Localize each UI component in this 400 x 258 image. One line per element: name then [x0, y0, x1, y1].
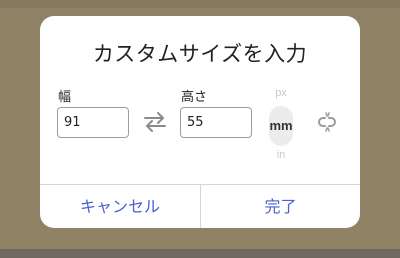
width-label: 幅: [58, 90, 72, 105]
cancel-button[interactable]: キャンセル: [40, 185, 200, 228]
unlink-icon[interactable]: [317, 112, 337, 132]
unit-option-in[interactable]: in: [264, 149, 298, 161]
unit-picker[interactable]: px mm in: [264, 78, 298, 174]
custom-size-dialog: カスタムサイズを入力 幅 高さ px mm in キャンセル 完了: [40, 16, 360, 228]
unit-option-mm[interactable]: mm: [264, 118, 298, 133]
backdrop-top: [0, 0, 400, 8]
height-label: 高さ: [181, 90, 208, 105]
done-button[interactable]: 完了: [201, 185, 360, 228]
unit-option-px[interactable]: px: [264, 87, 298, 99]
width-input[interactable]: [57, 107, 129, 138]
swap-arrows-icon[interactable]: [143, 111, 167, 133]
height-input[interactable]: [180, 107, 252, 138]
dialog-title: カスタムサイズを入力: [92, 42, 308, 66]
backdrop-bottom: [0, 249, 400, 258]
